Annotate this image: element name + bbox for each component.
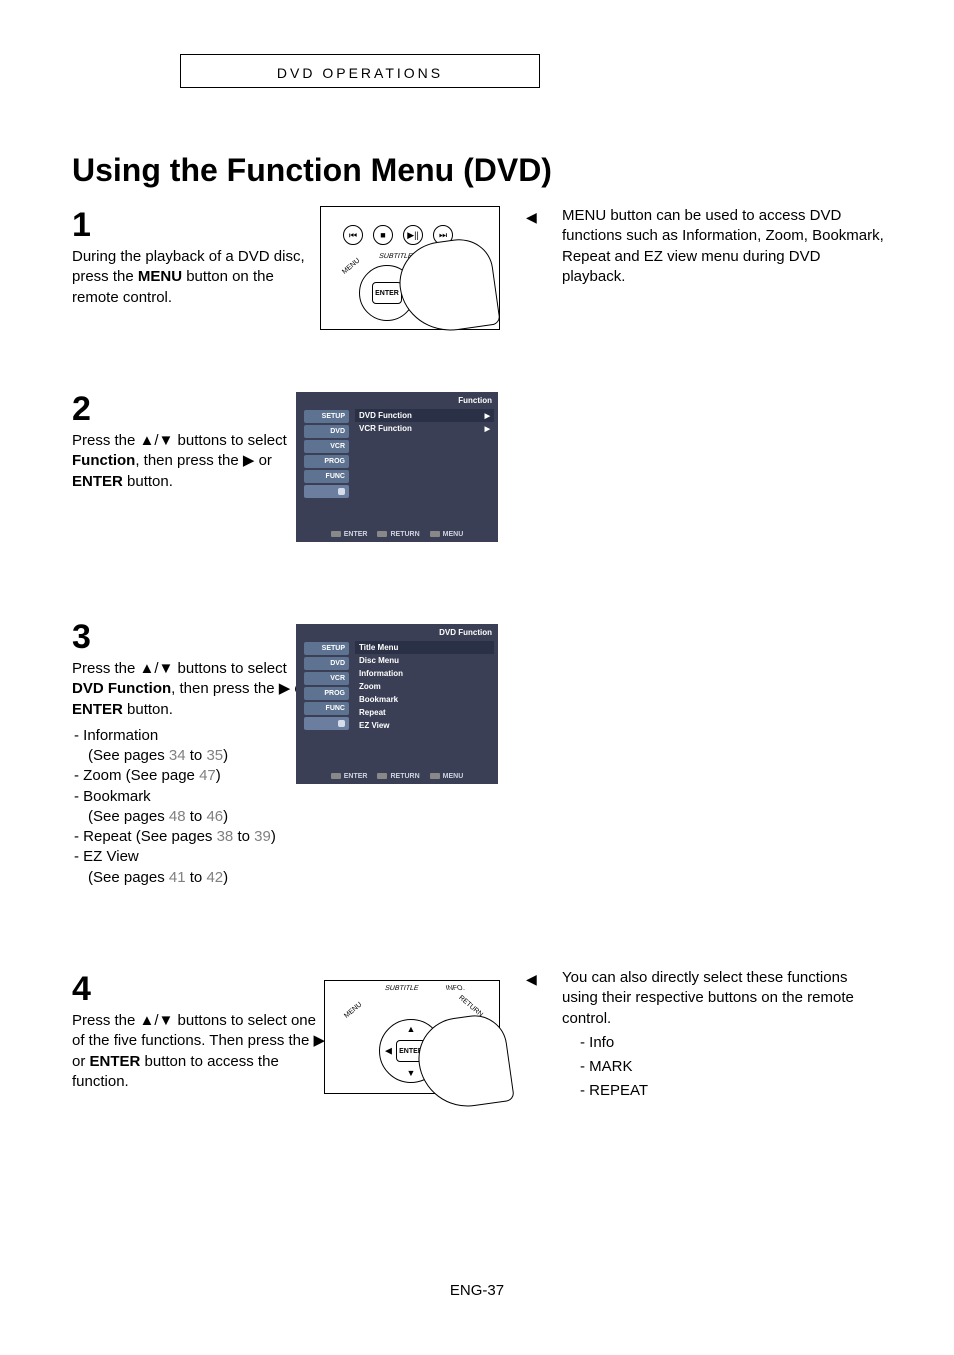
osd2-title: Function bbox=[296, 392, 498, 407]
step-2: 2 Press the ▲/▼ buttons to select Functi… bbox=[72, 390, 322, 492]
step-4-number: 4 bbox=[72, 970, 332, 1009]
osd-footer: ENTER RETURN MENU bbox=[296, 528, 498, 542]
list-subitem: (See pages 34 to 35) bbox=[88, 746, 322, 766]
side-dvd: DVD bbox=[304, 425, 349, 438]
side-setup: SETUP bbox=[304, 410, 349, 423]
left-arrow-icon: ◀ bbox=[385, 1046, 392, 1057]
osd-dvd-function-menu: DVD Function SETUP DVD VCR PROG FUNC Tit… bbox=[296, 624, 498, 784]
osd3-row-0: Title Menu bbox=[355, 641, 494, 654]
note-2-item-1: - MARK bbox=[580, 1057, 885, 1077]
subtitle-label: SUBTITLE bbox=[384, 985, 419, 992]
osd3-row-1: Disc Menu bbox=[355, 654, 494, 667]
step-4-text: Press the ▲/▼ buttons to select one of t… bbox=[72, 1011, 332, 1092]
list-item: - Repeat (See pages 38 to 39) bbox=[72, 827, 322, 847]
hand-icon bbox=[394, 235, 501, 337]
osd3-row-3: Zoom bbox=[355, 680, 494, 693]
list-item: - Bookmark bbox=[72, 787, 322, 807]
list-subitem: (See pages 48 to 46) bbox=[88, 807, 322, 827]
note-2: ◀ You can also directly select these fun… bbox=[540, 968, 885, 1102]
note-2-text: You can also directly select these funct… bbox=[562, 968, 885, 1029]
osd-footer: ENTER RETURN MENU bbox=[296, 770, 498, 784]
osd3-row-2: Information bbox=[355, 667, 494, 680]
note-2-item-2: - REPEAT bbox=[580, 1081, 885, 1101]
side-vcr: VCR bbox=[304, 672, 349, 685]
prev-track-icon: ⏮ bbox=[343, 225, 363, 245]
menu-label: MENU bbox=[341, 257, 361, 276]
osd3-row-6: EZ View bbox=[355, 719, 494, 732]
osd3-row-4: Bookmark bbox=[355, 693, 494, 706]
osd3-title: DVD Function bbox=[296, 624, 498, 639]
up-arrow-icon: ▲ bbox=[407, 1024, 416, 1034]
section-header: DVD OPERATIONS bbox=[180, 54, 540, 88]
list-subitem: (See pages 41 to 42) bbox=[88, 868, 322, 888]
note-arrow-icon: ◀ bbox=[526, 208, 537, 227]
page-number: ENG-37 bbox=[0, 1282, 954, 1299]
list-item: - Information bbox=[72, 726, 322, 746]
stop-icon: ■ bbox=[373, 225, 393, 245]
osd-sidebar: SETUP DVD VCR PROG FUNC bbox=[296, 639, 351, 769]
side-prog: PROG bbox=[304, 687, 349, 700]
osd-sidebar: SETUP DVD VCR PROG FUNC bbox=[296, 407, 351, 527]
side-move bbox=[304, 717, 349, 730]
side-setup: SETUP bbox=[304, 642, 349, 655]
side-prog: PROG bbox=[304, 455, 349, 468]
osd2-row-0: DVD Function▶ bbox=[355, 409, 494, 422]
note-2-item-0: - Info bbox=[580, 1033, 885, 1053]
side-vcr: VCR bbox=[304, 440, 349, 453]
header-text-b: PERATIONS bbox=[336, 65, 443, 81]
note-arrow-icon: ◀ bbox=[526, 970, 537, 989]
header-text-a: DVD O bbox=[277, 65, 336, 81]
info-label: INFO. bbox=[445, 985, 465, 992]
step-3: 3 Press the ▲/▼ buttons to select DVD Fu… bbox=[72, 618, 322, 888]
down-arrow-icon: ▼ bbox=[407, 1068, 416, 1078]
side-dvd: DVD bbox=[304, 657, 349, 670]
step-3-list: - Information (See pages 34 to 35) - Zoo… bbox=[72, 726, 322, 888]
side-move bbox=[304, 485, 349, 498]
list-item: - Zoom (See page 47) bbox=[72, 766, 322, 786]
step-4: 4 Press the ▲/▼ buttons to select one of… bbox=[72, 970, 332, 1092]
step-3-number: 3 bbox=[72, 618, 322, 657]
step-2-number: 2 bbox=[72, 390, 322, 429]
note-1: ◀ MENU button can be used to access DVD … bbox=[540, 206, 885, 287]
step-3-text: Press the ▲/▼ buttons to select DVD Func… bbox=[72, 659, 322, 720]
side-func: FUNC bbox=[304, 470, 349, 483]
osd-function-menu: Function SETUP DVD VCR PROG FUNC DVD Fun… bbox=[296, 392, 498, 542]
note-1-text: MENU button can be used to access DVD fu… bbox=[562, 206, 885, 287]
step-1: 1 During the playback of a DVD disc, pre… bbox=[72, 206, 322, 308]
list-item: - EZ View bbox=[72, 847, 322, 867]
osd3-row-5: Repeat bbox=[355, 706, 494, 719]
step-1-text: During the playback of a DVD disc, press… bbox=[72, 247, 322, 308]
osd2-row-1: VCR Function▶ bbox=[355, 422, 494, 435]
page-title: Using the Function Menu (DVD) bbox=[72, 152, 552, 189]
menu-label: MENU bbox=[343, 1001, 363, 1020]
remote-illustration-1: ⏮ ■ ▶|| ⏭ SUBTITLE MENU ENTER bbox=[320, 206, 500, 330]
play-pause-icon: ▶|| bbox=[403, 225, 423, 245]
remote-illustration-2: SUBTITLE INFO. MENU RETURN ▲ ▼ ◀ ▶ ENTER bbox=[324, 980, 500, 1094]
side-func: FUNC bbox=[304, 702, 349, 715]
step-1-number: 1 bbox=[72, 206, 322, 245]
enter-button-label: ENTER bbox=[372, 282, 402, 304]
step-2-text: Press the ▲/▼ buttons to select Function… bbox=[72, 431, 322, 492]
